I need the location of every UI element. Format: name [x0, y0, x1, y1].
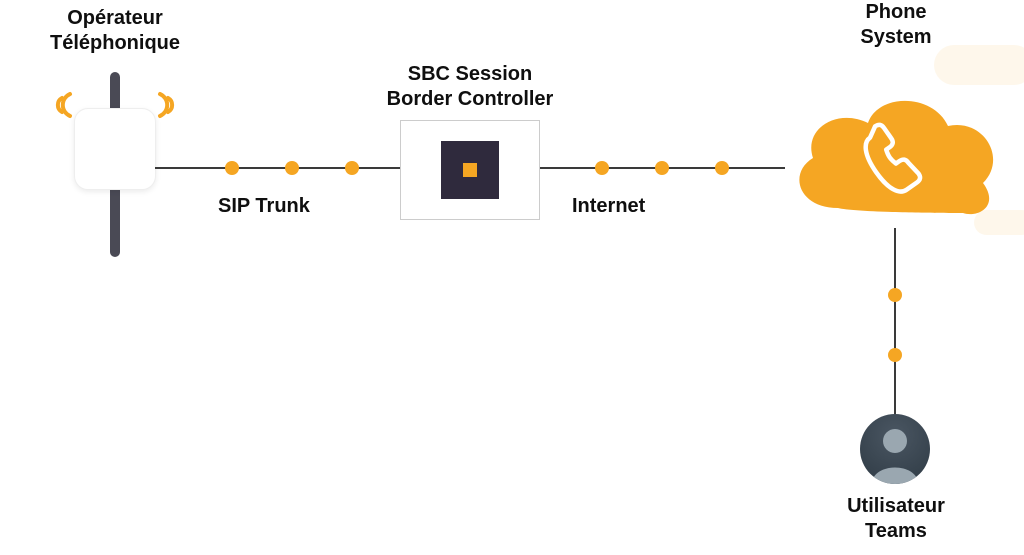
connector-dot [888, 288, 902, 302]
connector-dot [655, 161, 669, 175]
connector-dot [888, 348, 902, 362]
phone-system-cloud-icon [778, 78, 1008, 233]
connector-line-user [894, 228, 896, 414]
connector-line-sip [155, 167, 400, 169]
internet-label: Internet [572, 195, 645, 218]
connector-dot [715, 161, 729, 175]
sbc-node [400, 120, 540, 220]
connector-dot [285, 161, 299, 175]
sbc-label: SBC SessionBorder Controller [360, 62, 580, 112]
connector-dot [225, 161, 239, 175]
phone-system-label: PhoneSystem [816, 0, 976, 50]
user-avatar-icon [860, 414, 930, 484]
operator-label: OpérateurTéléphonique [30, 6, 200, 56]
sip-trunk-label: SIP Trunk [218, 195, 310, 218]
user-teams-label: UtilisateurTeams [806, 494, 986, 544]
connector-dot [595, 161, 609, 175]
sbc-chip-icon [441, 141, 499, 199]
connector-dot [345, 161, 359, 175]
operator-antenna-icon [70, 72, 160, 257]
